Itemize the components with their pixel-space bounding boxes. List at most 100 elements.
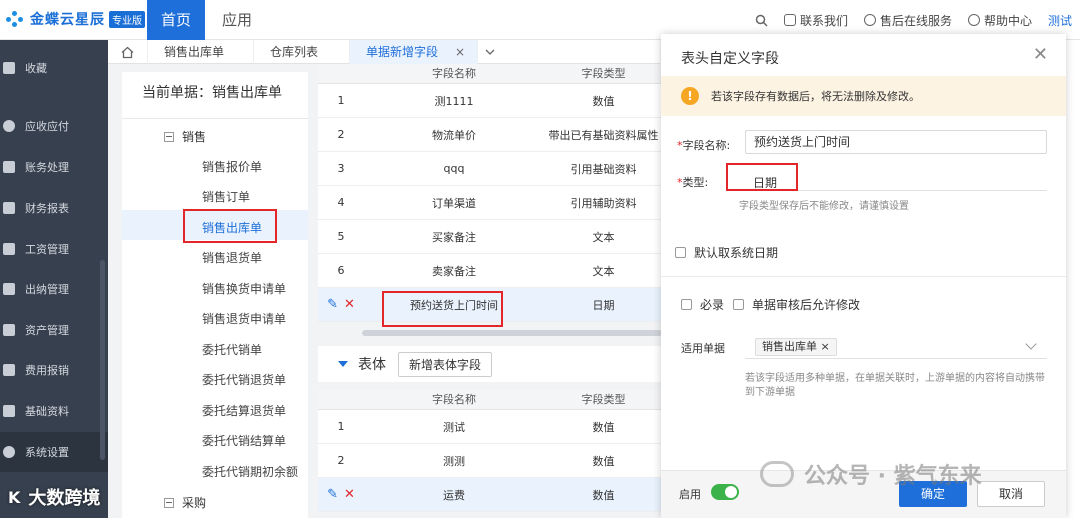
checkbox-icon — [733, 299, 744, 310]
assets-icon — [3, 324, 15, 336]
tab-new-field[interactable]: 单据新增字段 × — [350, 39, 478, 64]
tree-item[interactable]: 销售报价单 — [202, 158, 262, 175]
help-link[interactable]: 帮助中心 — [967, 12, 1032, 29]
tree-item[interactable]: 销售换货申请单 — [202, 280, 286, 297]
add-body-field-button[interactable]: 新增表体字段 — [398, 351, 493, 377]
document-tree: 当前单据：销售出库单 销售 销售报价单 销售订单 销售出库单 销售退货单 销售换… — [122, 72, 308, 518]
contact-us-link[interactable]: 联系我们 — [783, 12, 848, 29]
type-hint: 字段类型保存后不能修改，请谨慎设置 — [739, 201, 909, 212]
sidebar-item-cashier[interactable]: 出纳管理 — [0, 269, 108, 309]
expand-icon — [164, 497, 174, 508]
watermark-logo-icon: K — [8, 487, 21, 507]
logo[interactable]: 金蝶云星辰 专业版 — [6, 8, 145, 30]
nav-app[interactable]: 应用 — [222, 0, 252, 40]
header-fields-table: 字段名称 字段类型 1 测1111 数值 2 物流单价 带出已有基础资料属性 3 qqq 引… — [318, 64, 663, 322]
cloud-icon — [3, 364, 15, 376]
ledger-icon — [3, 161, 15, 173]
tree-item[interactable]: 委托代销结算单 — [202, 432, 286, 449]
payroll-icon — [3, 243, 15, 255]
nav-home[interactable]: 首页 — [147, 0, 205, 40]
report-icon — [3, 202, 15, 214]
custom-field-dialog: 表头自定义字段 ✕ ! 若该字段存有数据后，将无法删除及修改。 *字段名称: 预… — [661, 34, 1066, 518]
close-icon[interactable]: ✕ — [1033, 44, 1048, 65]
tree-group-sales[interactable]: 销售 — [164, 128, 206, 145]
table-row[interactable]: 4 订单渠道 引用辅助资料 — [318, 186, 663, 220]
applicable-doc-tag[interactable]: 销售出库单 × — [755, 338, 837, 356]
tab-home[interactable] — [108, 39, 148, 64]
search-button[interactable] — [755, 14, 768, 27]
support-link[interactable]: 售后在线服务 — [863, 12, 952, 29]
default-system-date-checkbox[interactable]: 默认取系统日期 — [675, 244, 778, 261]
cancel-button[interactable]: 取消 — [977, 481, 1045, 507]
tabs-bar: 销售出库单 仓库列表 单据新增字段 × — [108, 39, 660, 64]
table-row[interactable]: 1 测1111 数值 — [318, 84, 663, 118]
sidebar-item-payroll[interactable]: 工资管理 — [0, 229, 108, 269]
divider — [122, 118, 308, 119]
star-icon — [3, 62, 15, 74]
current-document-label: 当前单据：销售出库单 — [142, 85, 282, 101]
table-row-selected[interactable]: ✎ ✕ 运费 数值 — [318, 478, 663, 512]
gear-icon — [3, 446, 15, 458]
sidebar-item-expenses[interactable]: 费用报销 — [0, 350, 108, 390]
tree-group-purchase[interactable]: 采购 — [164, 494, 206, 511]
tree-item[interactable]: 委托代销期初余额 — [202, 463, 298, 480]
tabs-more-dropdown[interactable] — [478, 40, 502, 64]
layers-icon — [3, 405, 15, 417]
sidebar-scrollbar[interactable] — [100, 260, 105, 460]
table-row[interactable]: 3 qqq 引用基础资料 — [318, 152, 663, 186]
applicable-underline — [745, 358, 1047, 359]
field-name-input[interactable]: 预约送货上门时间 — [745, 130, 1047, 154]
sidebar-item-receivables[interactable]: 应收应付 — [0, 106, 108, 146]
table-row[interactable]: 5 买家备注 文本 — [318, 220, 663, 254]
chevron-down-icon — [485, 49, 495, 55]
warning-text: 若该字段存有数据后，将无法删除及修改。 — [711, 90, 920, 103]
field-name-label: *字段名称: — [677, 139, 731, 152]
close-icon[interactable]: × — [821, 340, 830, 353]
collapse-triangle-icon[interactable] — [338, 361, 348, 367]
headset-icon — [863, 14, 876, 26]
table-row[interactable]: 1 测试 数值 — [318, 410, 663, 444]
tree-item[interactable]: 委托代销单 — [202, 341, 262, 358]
sidebar-item-assets[interactable]: 资产管理 — [0, 310, 108, 350]
sidebar-item-reports[interactable]: 财务报表 — [0, 188, 108, 228]
logo-text: 金蝶云星辰 — [30, 12, 105, 28]
table-row[interactable]: 2 物流单价 带出已有基础资料属性 — [318, 118, 663, 152]
highlight-box — [382, 291, 503, 327]
tree-item[interactable]: 销售订单 — [202, 188, 250, 205]
collapse-icon — [164, 131, 174, 142]
sidebar-item-favorites[interactable]: 收藏 — [0, 48, 108, 88]
tree-item[interactable]: 委托结算退货单 — [202, 402, 286, 419]
required-checkbox[interactable]: 必录 — [681, 296, 724, 313]
dialog-title: 表头自定义字段 — [681, 51, 779, 67]
watermark-right: 公众号 · 紫气东来 — [760, 458, 982, 490]
divider — [661, 276, 1066, 277]
checkbox-icon — [675, 247, 686, 258]
close-icon[interactable]: × — [455, 40, 465, 64]
watermark-left: K 大数跨境 — [8, 487, 101, 510]
user-menu[interactable]: 测试 — [1048, 12, 1072, 29]
tree-item[interactable]: 销售退货申请单 — [202, 310, 286, 327]
logo-badge: 专业版 — [109, 10, 145, 28]
tab-sales-outbound[interactable]: 销售出库单 — [148, 39, 254, 64]
edit-icon[interactable]: ✎ — [327, 297, 338, 312]
chevron-down-icon[interactable] — [1025, 338, 1037, 350]
body-section-label: 表体 — [358, 357, 386, 373]
tree-item[interactable]: 销售退货单 — [202, 249, 262, 266]
body-fields-table: 字段名称 字段类型 1 测试 数值 2 测测 数值 ✎ ✕ 运费 数值 — [318, 390, 663, 512]
delete-icon[interactable]: ✕ — [344, 487, 355, 502]
allow-modify-checkbox[interactable]: 单据审核后允许修改 — [733, 296, 860, 313]
table-row[interactable]: 6 卖家备注 文本 — [318, 254, 663, 288]
row-actions: ✎ ✕ — [318, 487, 364, 502]
table-horizontal-scrollbar[interactable] — [362, 330, 662, 336]
sidebar: 收藏 应收应付 账务处理 财务报表 工资管理 出纳管理 资产管理 费用报销 基础… — [0, 40, 108, 518]
applicable-hint: 若该字段适用多种单据，在单据关联时，上游单据的内容将自动携带到下游单据 — [745, 373, 1045, 398]
sidebar-item-basic-data[interactable]: 基础资料 — [0, 391, 108, 431]
tab-warehouse-list[interactable]: 仓库列表 — [254, 39, 350, 64]
table-row[interactable]: 2 测测 数值 — [318, 444, 663, 478]
edit-icon[interactable]: ✎ — [327, 487, 338, 502]
enable-toggle[interactable] — [711, 484, 739, 500]
tree-item[interactable]: 委托代销退货单 — [202, 371, 286, 388]
sidebar-item-accounting[interactable]: 账务处理 — [0, 147, 108, 187]
delete-icon[interactable]: ✕ — [344, 297, 355, 312]
sidebar-item-settings[interactable]: 系统设置 — [0, 432, 108, 472]
